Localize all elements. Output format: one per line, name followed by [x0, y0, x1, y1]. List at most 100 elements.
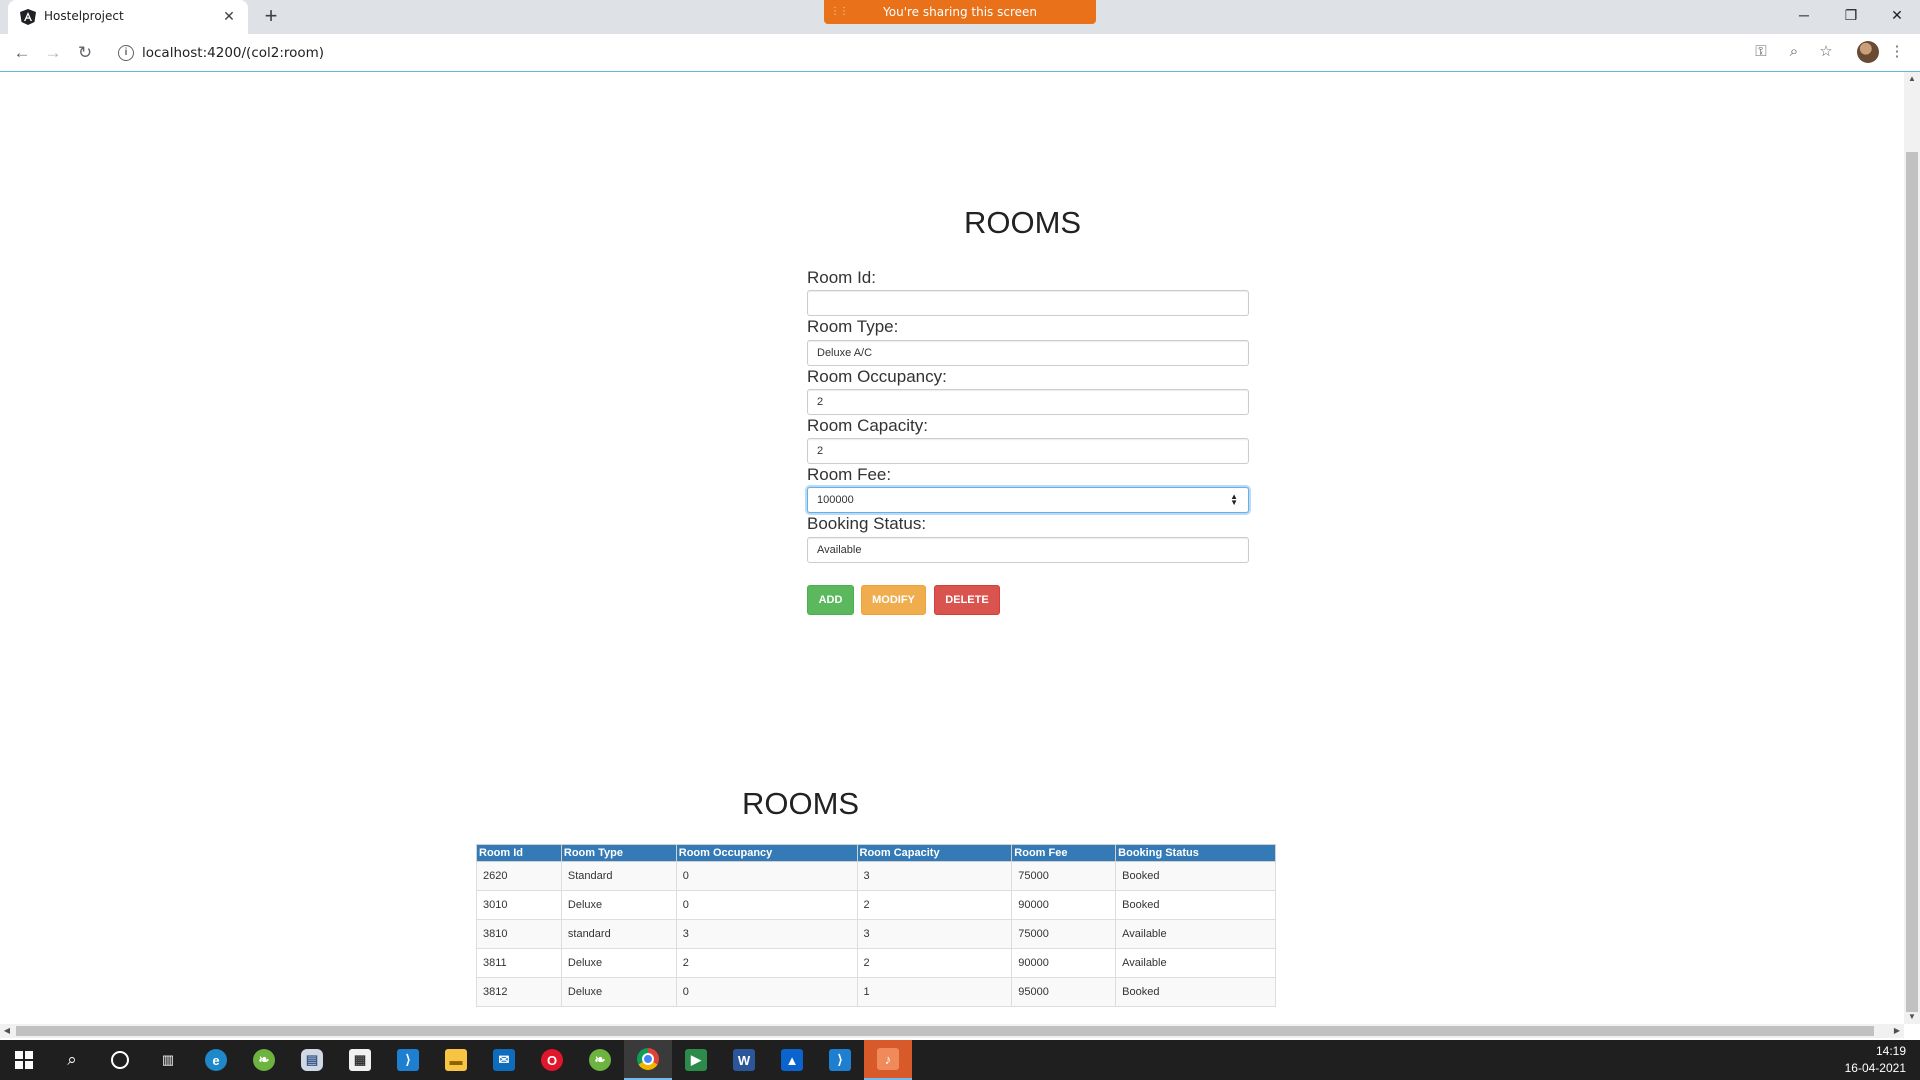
scroll-right-icon[interactable]: ▶: [1890, 1024, 1904, 1038]
key-icon[interactable]: ⚿: [1750, 41, 1772, 63]
room-capacity-label: Room Capacity:: [807, 416, 928, 435]
browser-tab[interactable]: Hostelproject ✕: [8, 0, 248, 34]
table-cell: 90000: [1011, 948, 1117, 978]
table-cell: 0: [675, 890, 858, 920]
table-cell: 2: [856, 948, 1013, 978]
task-view-icon[interactable]: ▥: [144, 1040, 192, 1080]
menu-icon[interactable]: ⋮: [1886, 41, 1908, 63]
close-tab-icon[interactable]: ✕: [220, 7, 238, 25]
rooms-table: Room Id Room Type Room Occupancy Room Ca…: [476, 844, 1276, 1007]
room-id-label: Room Id:: [807, 268, 876, 287]
cortana-icon[interactable]: [96, 1040, 144, 1080]
table-cell: 3811: [476, 948, 562, 978]
scroll-up-icon[interactable]: ▲: [1904, 72, 1920, 86]
vscode-icon[interactable]: ⟩: [816, 1040, 864, 1080]
restore-button[interactable]: ❐: [1828, 0, 1874, 30]
room-id-input[interactable]: [807, 290, 1249, 316]
table-title: ROOMS: [742, 786, 860, 821]
table-header-row: Room Id Room Type Room Occupancy Room Ca…: [476, 844, 1276, 862]
modify-button[interactable]: MODIFY: [861, 585, 926, 615]
spring-tool-icon[interactable]: ❧: [240, 1040, 288, 1080]
close-window-button[interactable]: ✕: [1874, 0, 1920, 30]
system-clock[interactable]: 14:19 16-04-2021: [1845, 1043, 1906, 1077]
tab-title: Hostelproject: [44, 9, 124, 23]
minimize-button[interactable]: ─: [1781, 0, 1827, 30]
table-row[interactable]: 3010 Deluxe 0 2 90000 Booked: [476, 890, 1276, 920]
spring-tool-icon[interactable]: ❧: [576, 1040, 624, 1080]
table-row[interactable]: 3810 standard 3 3 75000 Available: [476, 919, 1276, 949]
column-header: Room Fee: [1011, 844, 1117, 862]
table-cell: 3: [675, 919, 858, 949]
forward-icon[interactable]: →: [41, 41, 65, 65]
clock-date: 16-04-2021: [1844, 1061, 1906, 1075]
add-button[interactable]: ADD: [807, 585, 854, 615]
store-icon[interactable]: ▦: [336, 1040, 384, 1080]
bookmark-star-icon[interactable]: ☆: [1815, 41, 1837, 63]
media-player-icon[interactable]: ▶: [672, 1040, 720, 1080]
table-cell: standard: [560, 919, 677, 949]
table-row[interactable]: 2620 Standard 0 3 75000 Booked: [476, 861, 1276, 891]
room-fee-input[interactable]: 100000 ▲ ▼: [807, 487, 1249, 513]
booking-status-input[interactable]: Available: [807, 537, 1249, 563]
table-cell: 0: [675, 977, 858, 1007]
drag-handle-icon[interactable]: ⋮⋮: [830, 0, 849, 24]
edge-icon[interactable]: e: [192, 1040, 240, 1080]
table-cell: 3010: [476, 890, 562, 920]
table-cell: Booked: [1115, 977, 1276, 1007]
column-header: Room Capacity: [856, 844, 1013, 862]
table-cell: Available: [1115, 948, 1276, 978]
room-capacity-input[interactable]: 2: [807, 438, 1249, 464]
address-bar[interactable]: i localhost:4200/(col2:room): [112, 39, 1752, 67]
database-icon[interactable]: ▤: [288, 1040, 336, 1080]
site-info-icon[interactable]: i: [118, 45, 134, 61]
delete-button[interactable]: DELETE: [934, 585, 1000, 615]
table-cell: 3812: [476, 977, 562, 1007]
new-tab-button[interactable]: +: [260, 5, 282, 27]
table-row[interactable]: 3812 Deluxe 0 1 95000 Booked: [476, 977, 1276, 1007]
windows-logo-icon: [15, 1051, 33, 1069]
room-type-input[interactable]: Deluxe A/C: [807, 340, 1249, 366]
chrome-icon[interactable]: [624, 1040, 672, 1080]
table-cell: 75000: [1011, 861, 1117, 891]
url-text[interactable]: localhost:4200/(col2:room): [142, 45, 324, 61]
vertical-scroll-thumb[interactable]: [1906, 152, 1918, 1012]
photos-icon[interactable]: ▲: [768, 1040, 816, 1080]
table-cell: 3: [856, 861, 1013, 891]
booking-status-label: Booking Status:: [807, 514, 927, 533]
file-explorer-icon[interactable]: ▬: [432, 1040, 480, 1080]
back-icon[interactable]: ←: [10, 41, 34, 65]
word-icon[interactable]: W: [720, 1040, 768, 1080]
tab-strip: Hostelproject ✕ + ⋮⋮ You're sharing this…: [0, 0, 1920, 34]
room-fee-value: 100000: [817, 494, 854, 506]
opera-icon[interactable]: O: [528, 1040, 576, 1080]
vscode-icon[interactable]: ⟩: [384, 1040, 432, 1080]
horizontal-scrollbar[interactable]: ◀ ▶: [0, 1024, 1904, 1038]
table-cell: Available: [1115, 919, 1276, 949]
scroll-left-icon[interactable]: ◀: [0, 1024, 14, 1038]
mail-icon[interactable]: ✉: [480, 1040, 528, 1080]
start-button[interactable]: [0, 1040, 48, 1080]
table-cell: Deluxe: [560, 977, 677, 1007]
vertical-scrollbar[interactable]: ▲ ▼: [1904, 72, 1920, 1024]
form-title: ROOMS: [964, 205, 1082, 240]
browser-toolbar: ← → ↻ i localhost:4200/(col2:room): [0, 34, 1920, 72]
table-cell: 75000: [1011, 919, 1117, 949]
scroll-down-icon[interactable]: ▼: [1904, 1010, 1920, 1024]
table-cell: 1: [856, 977, 1013, 1007]
number-spinner-icon[interactable]: ▲ ▼: [1230, 493, 1238, 507]
zoom-icon[interactable]: ⌕: [1783, 41, 1805, 63]
screen-share-app-icon[interactable]: ♪: [864, 1040, 912, 1080]
table-cell: 90000: [1011, 890, 1117, 920]
room-occupancy-input[interactable]: 2: [807, 389, 1249, 415]
screen-sharing-banner[interactable]: ⋮⋮ You're sharing this screen: [824, 0, 1096, 24]
table-cell: 0: [675, 861, 858, 891]
table-cell: Deluxe: [560, 948, 677, 978]
table-row[interactable]: 3811 Deluxe 2 2 90000 Available: [476, 948, 1276, 978]
search-icon[interactable]: ⌕: [48, 1040, 96, 1080]
horizontal-scroll-thumb[interactable]: [16, 1026, 1874, 1036]
column-header: Room Type: [560, 844, 677, 862]
angular-icon: [20, 9, 36, 25]
profile-avatar[interactable]: [1857, 41, 1879, 63]
reload-icon[interactable]: ↻: [73, 41, 97, 65]
table-cell: 95000: [1011, 977, 1117, 1007]
